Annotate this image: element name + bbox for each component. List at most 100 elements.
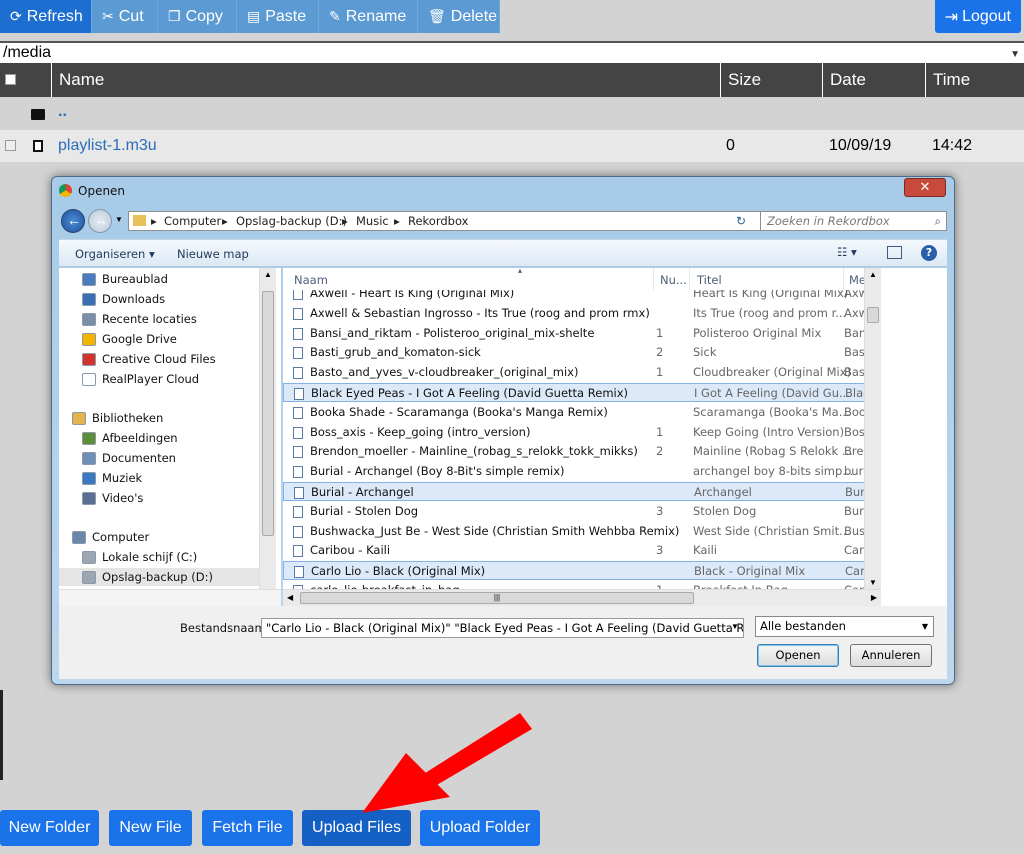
refresh-button[interactable]: ⟳ Refresh [0,0,92,33]
tree-item[interactable]: Afbeeldingen [82,429,178,447]
cancel-button[interactable]: Annuleren [850,644,932,667]
forward-button[interactable]: → [88,209,112,233]
organise-button[interactable]: Organiseren ▾ [75,247,155,261]
tree-item[interactable]: Bibliotheken [72,409,163,427]
file-row[interactable]: Burial - Archangel (Boy 8-Bit's simple r… [283,462,881,481]
col-size[interactable]: Size [720,63,822,97]
tree-item[interactable]: Muziek [82,469,142,487]
tree-scrollbar[interactable]: ▲ [259,268,276,589]
new-folder-button[interactable]: New Folder [0,810,99,846]
file-list-scrollbar[interactable]: ▲ ▼ [864,268,881,589]
side-shadow [0,690,3,780]
file-more: Ban [844,325,867,340]
file-list-hscroll[interactable]: ◀ ||| ▶ [283,589,881,606]
close-button[interactable]: ✕ [904,178,946,197]
rename-button[interactable]: ✎ Rename [319,0,418,33]
tree-item[interactable]: Opslag-backup (D:) [59,568,259,586]
tree-item[interactable]: Video's [82,489,143,507]
scroll-left-icon[interactable]: ◀ [287,593,293,602]
preview-pane-icon[interactable] [887,246,902,259]
tree-item[interactable]: Downloads [82,290,165,308]
column-number[interactable]: Nu... [660,273,687,287]
parent-link[interactable]: .. [58,103,67,121]
scroll-down-icon[interactable]: ▼ [869,578,877,587]
col-time[interactable]: Time [925,63,1024,97]
file-row[interactable]: Boss_axis - Keep_going (intro_version) 1 K… [283,423,881,442]
help-icon[interactable]: ? [921,245,937,261]
file-row[interactable]: Caribou - Kaili 3 Kaili Car [283,541,881,560]
breadcrumb-computer[interactable]: Computer [164,212,221,230]
file-row[interactable]: Booka Shade - Scaramanga (Booka's Manga … [283,403,881,422]
breadcrumb-music[interactable]: Music [356,212,389,230]
filename-input[interactable]: "Carlo Lio - Black (Original Mix)" "Blac… [261,618,744,638]
scroll-up-icon[interactable]: ▲ [264,270,272,279]
tree-item[interactable]: Recente locaties [82,310,197,328]
tree-item[interactable]: Lokale schijf (C:) [82,548,197,566]
audio-file-icon [293,505,303,518]
cut-button[interactable]: ✂ Cut [92,0,158,33]
file-row[interactable]: Axwell - Heart Is King (Original Mix) Hea… [283,290,881,303]
column-name[interactable]: Naam [294,273,328,287]
col-date[interactable]: Date [822,63,925,97]
tree-item[interactable]: Bureaublad [82,270,168,288]
file-row[interactable]: Bansi_and_riktam - Polisteroo_original_m… [283,324,881,343]
refresh-icon: ⟳ [10,8,22,24]
tree-item[interactable]: Google Drive [82,330,177,348]
scroll-up-icon[interactable]: ▲ [869,270,877,279]
folder-icon [82,491,96,505]
file-row[interactable]: Basti_grub_and_komaton-sick 2 Sick Bas [283,343,881,362]
hscroll-thumb[interactable]: ||| [300,592,694,604]
filename-dropdown-icon[interactable]: ▼ [731,622,739,631]
table-row-parent[interactable]: .. [0,98,1024,130]
file-num: 2 [656,444,664,459]
file-num: 1 [656,365,664,380]
dropdown-arrow-icon[interactable]: ▼ [1010,45,1020,65]
view-options-icon[interactable]: ☷ ▾ [837,245,857,259]
scroll-right-icon[interactable]: ▶ [871,593,877,602]
logout-button[interactable]: ⇥ Logout [934,0,1021,33]
tree-item[interactable]: Creative Cloud Files [82,350,216,368]
new-file-button[interactable]: New File [109,810,192,846]
column-title[interactable]: Titel [697,273,722,287]
audio-file-icon [293,426,303,439]
tree-item[interactable]: Computer [72,528,149,546]
file-row[interactable]: Basto_and_yves_v-cloudbreaker_(original_… [283,363,881,382]
folder-icon [82,292,96,306]
back-button[interactable]: ← [61,209,85,233]
new-folder-button[interactable]: Nieuwe map [177,247,249,261]
file-link[interactable]: playlist-1.m3u [58,137,157,155]
breadcrumb-rekordbox[interactable]: Rekordbox [408,212,468,230]
tree-scroll-thumb[interactable] [262,291,274,536]
table-row[interactable]: playlist-1.m3u 0 10/09/19 14:42 [0,130,1024,162]
tree-item[interactable]: Documenten [82,449,176,467]
search-input[interactable]: Zoeken in Rekordbox ⌕ [760,211,947,231]
open-button[interactable]: Openen [757,644,839,667]
file-row[interactable]: Burial - Archangel Archangel Bur [283,482,881,501]
path-input[interactable]: /media ▼ [0,41,1024,63]
file-row[interactable]: Axwell & Sebastian Ingrosso - Its True (… [283,304,881,323]
col-name[interactable]: Name [51,63,720,97]
tree-hscroll[interactable] [59,589,281,606]
refresh-icon[interactable]: ↻ [736,214,746,228]
delete-button[interactable]: 🗑 Delete [418,0,500,33]
copy-button[interactable]: ❐ Copy [158,0,237,33]
tree-item-label: Creative Cloud Files [102,352,216,366]
file-row[interactable]: Burial - Stolen Dog 3 Stolen Dog Bur [283,502,881,521]
fetch-file-button[interactable]: Fetch File [202,810,293,846]
audio-file-icon [293,406,303,419]
file-row[interactable]: Black Eyed Peas - I Got A Feeling (David… [283,383,881,402]
address-bar[interactable]: ▸ Computer ▸ Opslag-backup (D:) ▸ Music … [128,211,775,231]
tree-item[interactable]: RealPlayer Cloud [82,370,199,388]
file-row[interactable]: carlo_lio-breakfast_in_bag 1 Breakfast In … [283,581,881,589]
file-row[interactable]: Brendon_moeller - Mainline_(robag_s_relo… [283,442,881,461]
paste-button[interactable]: ▤ Paste [237,0,319,33]
file-type-select[interactable]: Alle bestanden ▼ [755,616,934,637]
breadcrumb-drive[interactable]: Opslag-backup (D:) [236,212,347,230]
select-all-checkbox[interactable] [5,74,16,85]
trash-icon: 🗑 [428,8,446,24]
file-scroll-thumb[interactable] [867,307,879,323]
file-row[interactable]: Carlo Lio - Black (Original Mix) Black - … [283,561,881,581]
file-row[interactable]: Bushwacka_Just Be - West Side (Christian… [283,522,881,541]
history-dropdown-icon[interactable]: ▼ [115,215,123,224]
row-checkbox[interactable] [5,140,16,151]
